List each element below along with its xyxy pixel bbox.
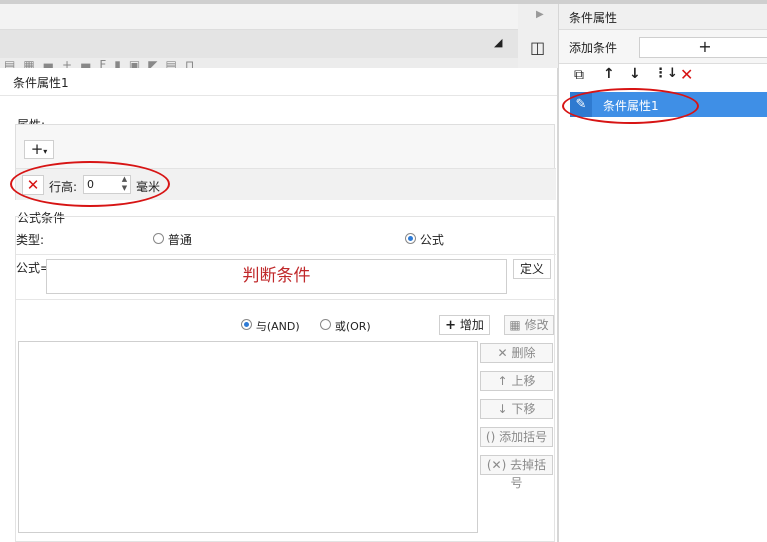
panel-header: 条件属性1 [0,68,557,96]
annotation-ellipse-row-height [10,161,170,207]
type-formula-radio[interactable]: 公式 [405,231,444,248]
arrow-down-icon[interactable]: ↓ [629,66,641,82]
or-radio[interactable]: 或(OR) [320,318,371,334]
formula-condition-group: 类型: 普通 公式 公式= 判断条件 定义 与(AND) 或(OR) + 增加 … [15,216,556,542]
radio-icon [320,319,331,330]
condition-list-box[interactable] [18,341,478,533]
and-radio[interactable]: 与(AND) [241,318,300,334]
sort-icon[interactable]: ⋮↓ [654,66,678,81]
radio-icon [153,233,164,244]
collapse-arrow-icon[interactable]: ▶ [536,9,544,20]
bracket-icon: () [485,430,496,444]
arrow-up-icon[interactable]: ↑ [603,66,615,82]
close-icon: ✕ [497,346,508,360]
radio-checked-icon [241,319,252,330]
divider [16,254,556,255]
move-down-button[interactable]: ↓ 下移 [480,399,553,419]
side-gutter: ▶ ◫ [518,4,558,68]
right-panel-title: 条件属性 [569,11,618,25]
ribbon-icons: ▤▦▬+▬F▮▣◤▤⊓ [4,58,203,68]
radio-checked-icon [405,233,416,244]
layout-icon[interactable]: ◫ [530,38,545,57]
type-normal-radio[interactable]: 普通 [153,231,192,248]
divider [16,299,556,300]
condition-toolbar: ⧉ ↑ ↓ ⋮↓ ✕ [559,64,767,92]
right-panel-titlebar: 条件属性 [559,4,767,30]
add-condition-button[interactable]: + [639,37,767,58]
dropdown-arrow-icon[interactable]: ◢ [494,36,502,49]
arrow-up-icon: ↑ [497,374,508,388]
annotation-ellipse-item [562,88,699,124]
add-button[interactable]: + 增加 [439,315,490,335]
ribbon-toolbar: ◢ [0,30,518,58]
panel-title: 条件属性1 [13,76,69,90]
add-condition-label: 添加条件 [569,41,618,55]
define-button[interactable]: 定义 [513,259,551,279]
type-label: 类型: [16,233,45,247]
condition-properties-panel: 条件属性1 属性: +▾ ✕ 行高: 0 ▲▼ 毫米 公式条件 类型: 普通 公… [0,68,558,542]
formula-input[interactable]: 判断条件 [46,259,507,294]
move-up-button[interactable]: ↑ 上移 [480,371,553,391]
edit-disabled-icon: ▦ [509,318,521,332]
plus-icon: + [445,318,457,333]
modify-button[interactable]: ▦ 修改 [504,315,554,335]
add-bracket-button[interactable]: () 添加括号 [480,427,553,447]
close-icon[interactable]: ✕ [680,65,693,84]
add-condition-row: 添加条件 + [559,30,767,64]
top-toolbar [0,4,518,30]
arrow-down-icon: ↓ [497,402,508,416]
condition-list-panel: 条件属性 添加条件 + ⧉ ↑ ↓ ⋮↓ ✕ ✎ 条件属性1 [558,4,767,542]
bracket-remove-icon: (✕) [486,458,507,472]
formula-label: 公式= [16,261,51,275]
delete-button[interactable]: ✕ 删除 [480,343,553,363]
copy-icon[interactable]: ⧉ [574,67,584,83]
add-attribute-button[interactable]: +▾ [24,140,54,159]
remove-bracket-button[interactable]: (✕) 去掉括号 [480,455,553,490]
